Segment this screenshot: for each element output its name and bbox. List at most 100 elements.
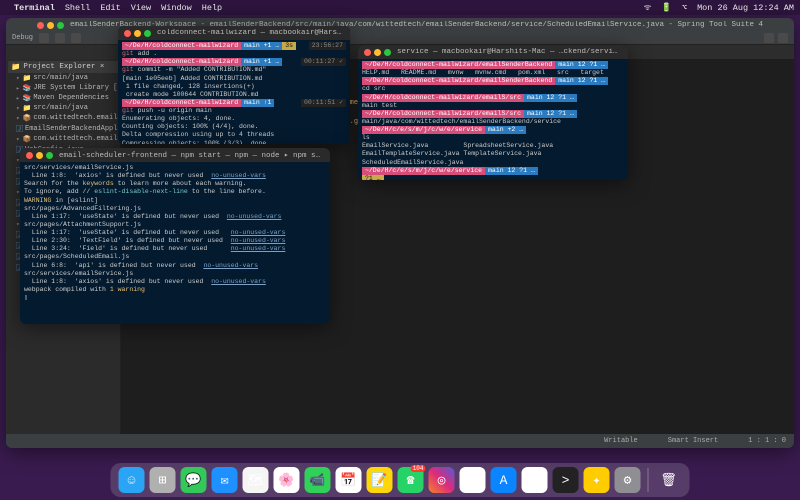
dock-app-finder[interactable]: ☺ bbox=[119, 467, 145, 493]
tree-item[interactable]: 📦com.wittedtech.emailSenderBacke… bbox=[8, 134, 118, 144]
terminal-line: Counting objects: 100% (4/4), done. bbox=[122, 123, 346, 131]
terminal-line: main test bbox=[362, 102, 624, 110]
dock-app-chrome[interactable]: ◉ bbox=[460, 467, 486, 493]
dock-trash[interactable]: 🗑 bbox=[656, 467, 682, 493]
terminal-body[interactable]: ~/De/H/coldconnect-mailwizard/emailSende… bbox=[358, 59, 628, 180]
folder-icon: 📦 bbox=[23, 114, 32, 123]
dock-app-facetime[interactable]: 📹 bbox=[305, 467, 331, 493]
terminal-line: main/java/com/wittedtech/emailSenderBack… bbox=[362, 118, 624, 126]
terminal-titlebar: email-scheduler-frontend — npm start — n… bbox=[20, 148, 330, 162]
maximize-icon[interactable] bbox=[57, 22, 64, 29]
dock-app-spring[interactable]: ❃ bbox=[522, 467, 548, 493]
battery-icon[interactable]: 🔋 bbox=[661, 3, 672, 13]
terminal-line: git push -u origin main bbox=[122, 107, 346, 115]
dock-app-movavi[interactable]: ✦ bbox=[584, 467, 610, 493]
terminal-title: service — macbookair@Harshits-Mac — …cke… bbox=[397, 48, 622, 56]
menu-help[interactable]: Help bbox=[202, 3, 222, 13]
terminal-title: email-scheduler-frontend — npm start — n… bbox=[59, 150, 324, 160]
terminal-line: HELP.md README.md mvnw mvnw.cmd pom.xml … bbox=[362, 69, 624, 77]
dock-separator bbox=[648, 468, 649, 492]
control-center-icon[interactable]: ⌥ bbox=[682, 3, 687, 13]
terminal-body[interactable]: ~/De/H/coldconnect-mailwizardmain +1 …3s… bbox=[118, 40, 350, 144]
run-icon[interactable] bbox=[39, 33, 49, 43]
minimize-icon[interactable] bbox=[134, 30, 141, 37]
folder-icon: 📚 bbox=[23, 94, 32, 103]
dock-app-whatsapp[interactable]: ☎ bbox=[398, 467, 424, 493]
folder-icon: 📁 bbox=[11, 62, 20, 72]
terminal-line: Search for the keywords to learn more ab… bbox=[24, 180, 326, 188]
terminal-git-window: coldconnect-mailwizard — macbookair@Hars… bbox=[118, 26, 350, 144]
tree-item[interactable]: 🄹EmailSenderBackendApplic… bbox=[8, 123, 118, 134]
tree-item-label: com.wittedtech.emailSenderBacke… bbox=[33, 135, 118, 143]
ide-statusbar: Writable Smart Insert 1 : 1 : 0 bbox=[6, 434, 794, 448]
terminal-line: ~/De/H/coldconnect-mailwizardmain +1 … 0… bbox=[122, 58, 346, 66]
window-controls bbox=[37, 22, 64, 29]
dock-app-appstore[interactable]: A bbox=[491, 467, 517, 493]
close-icon[interactable] bbox=[37, 22, 44, 29]
close-icon[interactable] bbox=[364, 49, 371, 56]
dock-app-settings[interactable]: ⚙ bbox=[615, 467, 641, 493]
dock-app-calendar[interactable]: 📅 bbox=[336, 467, 362, 493]
menu-edit[interactable]: Edit bbox=[100, 3, 120, 13]
tree-item[interactable]: 📦com.wittedtech.emailSenderBacke… bbox=[8, 113, 118, 123]
terminal-line: cd src bbox=[362, 85, 624, 93]
terminal-line: Line 3:24: 'Field' is defined but never … bbox=[24, 245, 326, 253]
terminal-line: ?1 … bbox=[362, 175, 624, 180]
terminal-line: ~/De/H/coldconnect-mailwizard/emailSende… bbox=[362, 77, 624, 85]
tree-item[interactable]: 📁src/main/java bbox=[8, 73, 118, 83]
menu-window[interactable]: Window bbox=[161, 3, 192, 13]
maximize-icon[interactable] bbox=[46, 152, 53, 159]
dock-app-launchpad[interactable]: ⊞ bbox=[150, 467, 176, 493]
folder-icon: 📚 bbox=[23, 84, 32, 93]
open-perspective-icon[interactable] bbox=[778, 33, 788, 43]
dock-app-photos[interactable]: 🌸 bbox=[274, 467, 300, 493]
dock-app-terminal[interactable]: > bbox=[553, 467, 579, 493]
dock-app-mail[interactable]: ✉ bbox=[212, 467, 238, 493]
terminal-line: EmailService.java SpreadsheetService.jav… bbox=[362, 142, 624, 150]
terminal-line: Compressing objects: 100% (3/3), done. bbox=[122, 140, 346, 145]
terminal-line: ScheduledEmailService.java bbox=[362, 159, 624, 167]
menu-view[interactable]: View bbox=[131, 3, 151, 13]
minimize-icon[interactable] bbox=[374, 49, 381, 56]
clock[interactable]: Mon 26 Aug 12:24 AM bbox=[697, 3, 794, 13]
tree-item-label: src/main/java bbox=[33, 104, 88, 112]
status-writable: Writable bbox=[604, 437, 638, 445]
dock-app-notes[interactable]: 📝 bbox=[367, 467, 393, 493]
terminal-line: Line 2:30: 'TextField' is defined but ne… bbox=[24, 237, 326, 245]
wifi-icon[interactable]: ᯤ bbox=[644, 2, 652, 13]
minimize-icon[interactable] bbox=[36, 152, 43, 159]
terminal-line: Line 1:17: 'useState' is defined but nev… bbox=[24, 213, 326, 221]
stop-icon[interactable] bbox=[71, 33, 81, 43]
tree-item[interactable]: 📁src/main/java bbox=[8, 103, 118, 113]
close-icon[interactable] bbox=[124, 30, 131, 37]
terminal-npm-window: email-scheduler-frontend — npm start — n… bbox=[20, 148, 330, 324]
dock-app-maps[interactable]: 🗺 bbox=[243, 467, 269, 493]
terminal-line: git add . bbox=[122, 50, 346, 58]
terminal-line: src/pages/AdvancedFiltering.js bbox=[24, 205, 326, 213]
terminal-line: Line 1:8: 'axios' is defined but never u… bbox=[24, 278, 326, 286]
terminal-line: ▯ bbox=[24, 294, 326, 302]
terminal-line: ~/De/H/coldconnect-mailwizard/emailS/src… bbox=[362, 110, 624, 118]
close-icon[interactable] bbox=[26, 152, 33, 159]
minimize-icon[interactable] bbox=[47, 22, 54, 29]
dock-app-messages[interactable]: 💬 bbox=[181, 467, 207, 493]
tree-item[interactable]: 📚JRE System Library [JavaSE-17] bbox=[8, 83, 118, 93]
tree-item-label: Maven Dependencies bbox=[33, 94, 109, 102]
terminal-body[interactable]: src/services/emailService.js Line 1:8: '… bbox=[20, 162, 330, 304]
perspective-icon[interactable] bbox=[764, 33, 774, 43]
terminal-line: To ignore, add // eslint-disable-next-li… bbox=[24, 188, 326, 196]
maximize-icon[interactable] bbox=[384, 49, 391, 56]
dock-app-instagram[interactable]: ◎ bbox=[429, 467, 455, 493]
dock: ☺⊞💬✉🗺🌸📹📅📝☎◎◉A❃>✦⚙ 🗑 bbox=[111, 463, 690, 497]
tree-item-label: src/main/java bbox=[33, 74, 88, 82]
debug-icon[interactable] bbox=[55, 33, 65, 43]
maximize-icon[interactable] bbox=[144, 30, 151, 37]
menu-app[interactable]: Terminal bbox=[14, 3, 55, 13]
terminal-line: EmailTemplateService.java TemplateServic… bbox=[362, 150, 624, 158]
terminal-service-window: service — macbookair@Harshits-Mac — …cke… bbox=[358, 45, 628, 180]
menu-shell[interactable]: Shell bbox=[65, 3, 91, 13]
status-insert: Smart Insert bbox=[668, 437, 718, 445]
tree-item[interactable]: 📚Maven Dependencies bbox=[8, 93, 118, 103]
terminal-line: ls bbox=[362, 134, 624, 142]
debug-tab[interactable]: Debug bbox=[12, 34, 33, 42]
